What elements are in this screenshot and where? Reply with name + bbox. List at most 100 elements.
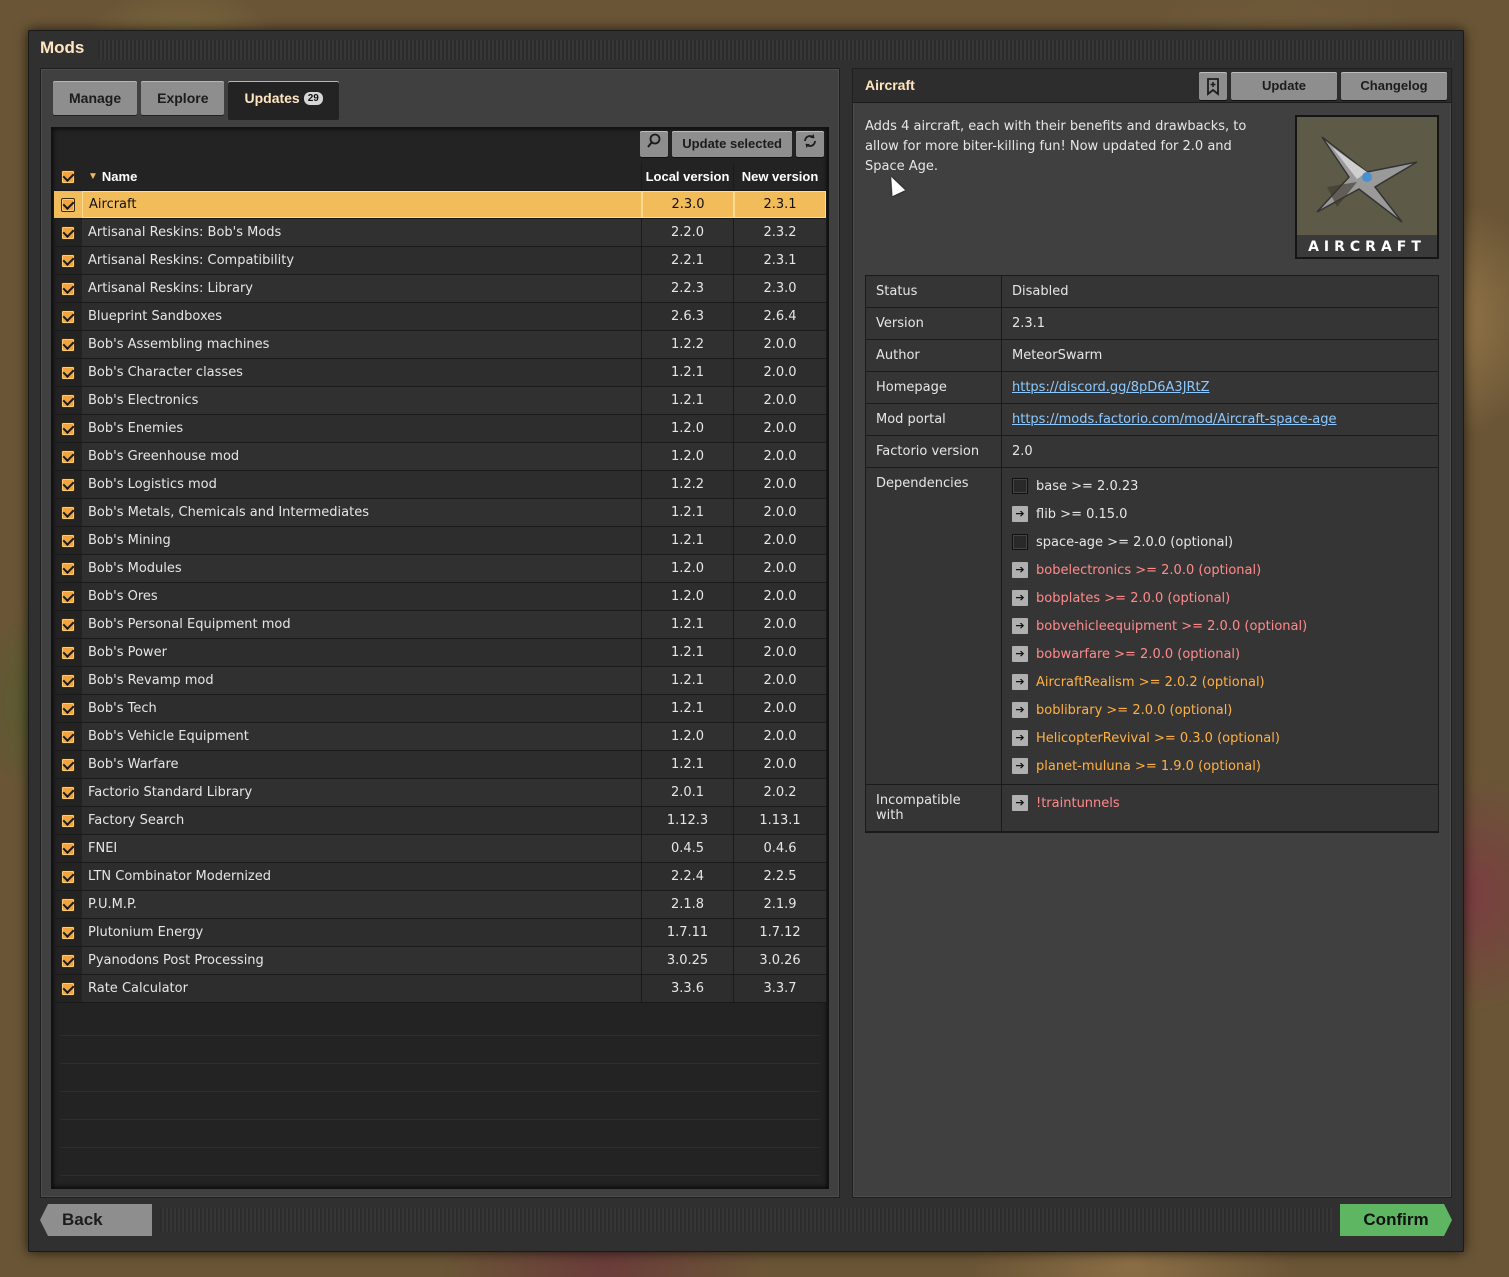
row-checkbox[interactable] (61, 505, 75, 520)
table-row[interactable]: Bob's Electronics 1.2.1 2.0.0 (54, 387, 826, 415)
table-row[interactable]: Bob's Mining 1.2.1 2.0.0 (54, 527, 826, 555)
row-checkbox[interactable] (61, 421, 75, 436)
dependency-list: base >= 2.0.23 ➔ flib >= 0.15.0 space-age >… (1002, 468, 1438, 784)
info-row-status: Status Disabled (866, 276, 1438, 308)
row-checkbox[interactable] (61, 393, 75, 408)
row-checkbox[interactable] (61, 253, 75, 268)
table-row[interactable]: Artisanal Reskins: Library 2.2.3 2.3.0 (54, 275, 826, 303)
table-row[interactable]: Bob's Revamp mod 1.2.1 2.0.0 (54, 667, 826, 695)
row-checkbox[interactable] (61, 281, 75, 296)
dependency-arrow-icon[interactable]: ➔ (1012, 562, 1028, 578)
table-row[interactable]: Bob's Enemies 1.2.0 2.0.0 (54, 415, 826, 443)
search-button[interactable] (640, 131, 669, 157)
changelog-button[interactable]: Changelog (1341, 72, 1447, 100)
table-row[interactable]: Rate Calculator 3.3.6 3.3.7 (54, 975, 826, 1003)
mod-updates-table: ▼ Name Local version New version Aircraft… (54, 163, 826, 1003)
table-row[interactable]: Blueprint Sandboxes 2.6.3 2.6.4 (54, 303, 826, 331)
row-checkbox[interactable] (61, 841, 75, 856)
row-checkbox[interactable] (61, 225, 75, 240)
tab-explore[interactable]: Explore (141, 81, 225, 115)
row-checkbox[interactable] (61, 309, 75, 324)
name-column-header[interactable]: ▼ Name (82, 163, 642, 190)
row-checkbox[interactable] (61, 337, 75, 352)
dependency-arrow-icon[interactable]: ➔ (1012, 674, 1028, 690)
dependency-item: ➔ boblibrary >= 2.0.0 (optional) (1012, 696, 1428, 724)
local-version-column-header[interactable]: Local version (642, 163, 734, 190)
row-checkbox[interactable] (61, 981, 75, 996)
local-version-cell: 1.2.0 (642, 415, 734, 442)
dependency-arrow-icon[interactable]: ➔ (1012, 702, 1028, 718)
table-row[interactable]: Aircraft 2.3.0 2.3.1 (54, 191, 826, 219)
table-row[interactable]: Pyanodons Post Processing 3.0.25 3.0.26 (54, 947, 826, 975)
mod-portal-link[interactable]: https://mods.factorio.com/mod/Aircraft-s… (1012, 412, 1337, 427)
table-row[interactable]: Plutonium Energy 1.7.11 1.7.12 (54, 919, 826, 947)
select-all-checkbox[interactable] (61, 169, 75, 184)
dependency-arrow-icon[interactable]: ➔ (1012, 795, 1028, 811)
row-checkbox[interactable] (61, 197, 75, 212)
confirm-button[interactable]: Confirm (1340, 1204, 1452, 1236)
table-row[interactable]: Bob's Modules 1.2.0 2.0.0 (54, 555, 826, 583)
table-row[interactable]: Bob's Metals, Chemicals and Intermediate… (54, 499, 826, 527)
table-row[interactable]: Factory Search 1.12.3 1.13.1 (54, 807, 826, 835)
row-checkbox[interactable] (61, 757, 75, 772)
table-row[interactable]: Factorio Standard Library 2.0.1 2.0.2 (54, 779, 826, 807)
title-drag-handle[interactable] (98, 40, 1454, 60)
mod-name-cell: Aircraft (82, 191, 642, 218)
row-checkbox[interactable] (61, 673, 75, 688)
factorio-version-value: 2.0 (1002, 436, 1438, 467)
row-checkbox[interactable] (61, 645, 75, 660)
table-row[interactable]: P.U.M.P. 2.1.8 2.1.9 (54, 891, 826, 919)
row-checkbox[interactable] (61, 869, 75, 884)
dependency-arrow-icon[interactable]: ➔ (1012, 730, 1028, 746)
row-check-cell (54, 947, 82, 974)
table-row[interactable]: Bob's Vehicle Equipment 1.2.0 2.0.0 (54, 723, 826, 751)
row-checkbox[interactable] (61, 533, 75, 548)
table-row[interactable]: LTN Combinator Modernized 2.2.4 2.2.5 (54, 863, 826, 891)
row-checkbox[interactable] (61, 449, 75, 464)
row-checkbox[interactable] (61, 561, 75, 576)
back-button[interactable]: Back (40, 1204, 152, 1236)
table-row[interactable]: Bob's Personal Equipment mod 1.2.1 2.0.0 (54, 611, 826, 639)
row-checkbox[interactable] (61, 729, 75, 744)
refresh-button[interactable] (796, 131, 824, 157)
row-checkbox[interactable] (61, 785, 75, 800)
local-version-cell: 1.7.11 (642, 919, 734, 946)
tab-updates[interactable]: Updates 29 (228, 81, 339, 119)
row-checkbox[interactable] (61, 617, 75, 632)
update-button[interactable]: Update (1231, 72, 1337, 100)
table-row[interactable]: Bob's Ores 1.2.0 2.0.0 (54, 583, 826, 611)
dependency-arrow-icon[interactable]: ➔ (1012, 646, 1028, 662)
dependency-arrow-icon[interactable]: ➔ (1012, 590, 1028, 606)
table-row[interactable]: Bob's Logistics mod 1.2.2 2.0.0 (54, 471, 826, 499)
table-row[interactable]: FNEI 0.4.5 0.4.6 (54, 835, 826, 863)
dependency-arrow-icon[interactable]: ➔ (1012, 758, 1028, 774)
tab-manage[interactable]: Manage (53, 81, 138, 115)
row-checkbox[interactable] (61, 365, 75, 380)
bookmark-button[interactable] (1199, 72, 1227, 100)
homepage-link[interactable]: https://discord.gg/8pD6A3JRtZ (1012, 380, 1210, 395)
table-row[interactable]: Bob's Greenhouse mod 1.2.0 2.0.0 (54, 443, 826, 471)
update-selected-button[interactable]: Update selected (672, 131, 792, 157)
dependency-arrow-icon[interactable]: ➔ (1012, 618, 1028, 634)
row-checkbox[interactable] (61, 925, 75, 940)
table-row[interactable]: Bob's Tech 1.2.1 2.0.0 (54, 695, 826, 723)
row-checkbox[interactable] (61, 897, 75, 912)
new-version-column-header[interactable]: New version (734, 163, 826, 190)
new-version-cell: 3.0.26 (734, 947, 826, 974)
row-checkbox[interactable] (61, 589, 75, 604)
row-checkbox[interactable] (61, 701, 75, 716)
table-row[interactable]: Bob's Character classes 1.2.1 2.0.0 (54, 359, 826, 387)
info-row-factorio-version: Factorio version 2.0 (866, 436, 1438, 468)
row-checkbox[interactable] (61, 953, 75, 968)
mod-name-cell: Bob's Tech (82, 695, 642, 722)
row-checkbox[interactable] (61, 813, 75, 828)
table-row[interactable]: Bob's Warfare 1.2.1 2.0.0 (54, 751, 826, 779)
table-row[interactable]: Artisanal Reskins: Compatibility 2.2.1 2.3… (54, 247, 826, 275)
dependency-arrow-icon[interactable]: ➔ (1012, 506, 1028, 522)
row-check-cell (54, 695, 82, 722)
row-checkbox[interactable] (61, 477, 75, 492)
table-row[interactable]: Bob's Assembling machines 1.2.2 2.0.0 (54, 331, 826, 359)
version-label: Version (866, 308, 1002, 339)
table-row[interactable]: Bob's Power 1.2.1 2.0.0 (54, 639, 826, 667)
table-row[interactable]: Artisanal Reskins: Bob's Mods 2.2.0 2.3.2 (54, 219, 826, 247)
